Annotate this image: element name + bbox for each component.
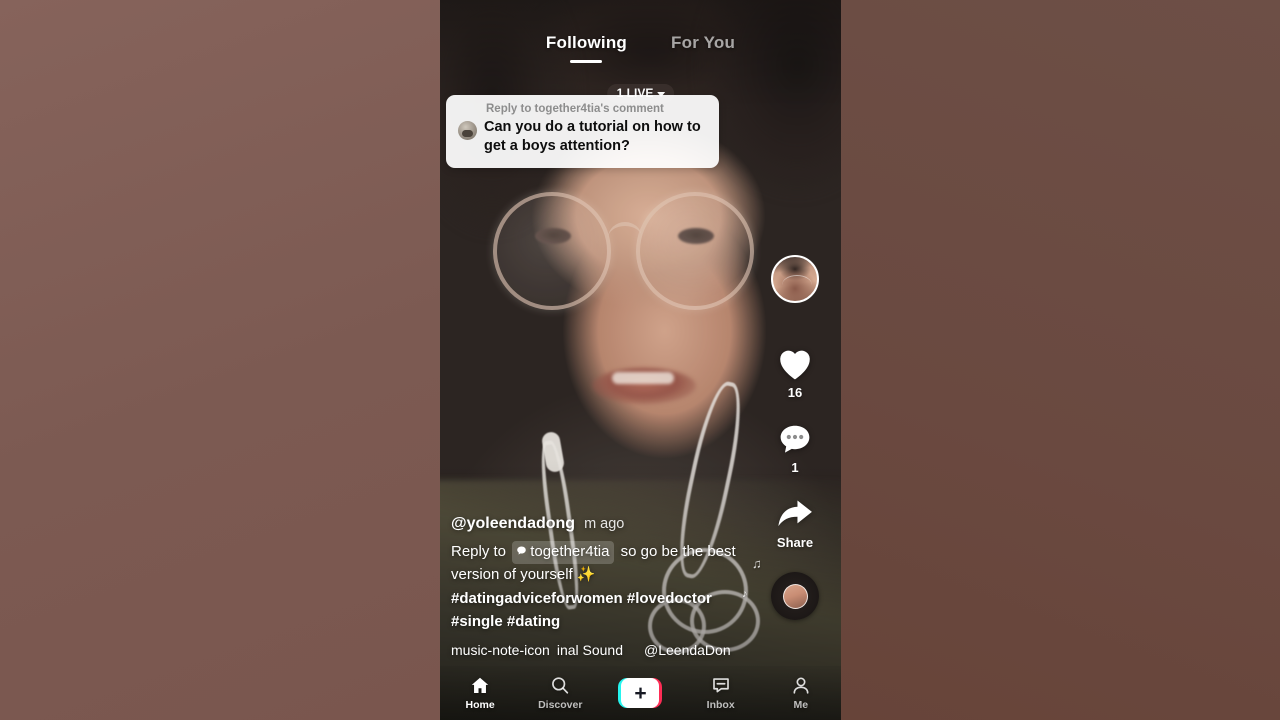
bottom-navigation: Home Discover + Inbox Me: [440, 666, 841, 720]
music-author: @LeendaDon: [644, 642, 731, 658]
nav-item-create[interactable]: +: [608, 678, 672, 708]
nav-label-discover: Discover: [538, 699, 583, 711]
tab-for-you-label: For You: [671, 33, 736, 52]
caption-block: @yoleendadong m ago Reply to together4ti…: [451, 515, 761, 658]
like-button[interactable]: 16: [764, 345, 826, 400]
mention-username: together4tia: [530, 542, 610, 560]
share-label: Share: [776, 535, 814, 550]
hashtags-line-2[interactable]: #single #dating: [451, 611, 761, 634]
spinning-record-icon: [771, 572, 819, 620]
reply-comment-card[interactable]: Reply to together4tia's comment Can you …: [446, 95, 719, 168]
nav-item-home[interactable]: Home: [448, 675, 512, 711]
record-album-art: [782, 583, 808, 609]
creator-avatar-button[interactable]: [764, 255, 826, 303]
comment-button[interactable]: 1: [764, 422, 826, 475]
home-icon: [469, 675, 491, 696]
search-icon: [549, 675, 571, 696]
reply-comment-text: Can you do a tutorial on how to get a bo…: [484, 119, 701, 155]
letterbox-right: [841, 0, 1280, 720]
tab-following-label: Following: [545, 33, 628, 52]
caption-prefix: Reply to: [451, 542, 507, 560]
tab-for-you[interactable]: For You: [669, 33, 737, 53]
share-arrow-icon: [775, 497, 815, 531]
nav-label-me: Me: [793, 699, 809, 711]
video-player[interactable]: Following For You 1 LIVE Reply to togeth…: [440, 0, 841, 720]
comment-bubble-icon: [776, 422, 814, 456]
letterbox-left: [0, 0, 440, 720]
comment-bubble-icon: [516, 541, 527, 563]
like-count: 16: [787, 385, 803, 400]
inbox-icon: [710, 675, 732, 696]
music-note-icon: music-note-icon: [451, 642, 550, 658]
music-title: inal Sound: [556, 642, 623, 658]
action-rail: 16 1 Share ♫ ♪: [742, 255, 826, 620]
comment-count: 1: [791, 460, 799, 475]
creator-avatar: [771, 255, 819, 303]
video-timestamp: m ago: [584, 515, 625, 532]
nav-item-me[interactable]: Me: [769, 675, 833, 711]
share-button[interactable]: Share: [764, 497, 826, 550]
create-plus-glyph: +: [621, 678, 660, 708]
tab-active-underline: [570, 60, 603, 63]
person-icon: [790, 675, 812, 696]
creator-username[interactable]: @yoleendadong: [451, 515, 575, 533]
caption-text: Reply to together4tia so go be the best …: [451, 540, 761, 586]
tab-following[interactable]: Following: [544, 33, 629, 63]
heart-icon: [775, 345, 815, 381]
feed-tabs: Following For You: [440, 33, 841, 63]
music-row[interactable]: music-note-icon inal Sound @LeendaDon: [451, 642, 761, 658]
commenter-avatar: [458, 121, 477, 140]
reply-comment-header: Reply to together4tia's comment: [486, 103, 664, 115]
nav-item-inbox[interactable]: Inbox: [689, 675, 753, 711]
nav-label-home: Home: [465, 699, 495, 711]
hashtags-line-1[interactable]: #datingadviceforwomen #lovedoctor: [451, 588, 761, 611]
create-plus-icon[interactable]: +: [618, 678, 663, 708]
mention-chip[interactable]: together4tia: [512, 540, 615, 564]
music-disc-button[interactable]: ♫ ♪: [742, 556, 826, 620]
nav-label-inbox: Inbox: [706, 699, 735, 711]
nav-item-discover[interactable]: Discover: [528, 675, 592, 711]
